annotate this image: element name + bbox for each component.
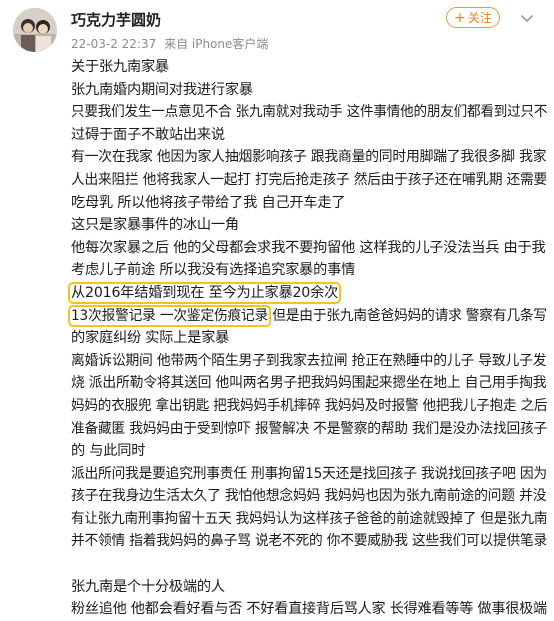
content-line: 的家庭纠纷 实际上是家暴	[71, 330, 230, 347]
content-line: 派出所问我是要追究刑事责任 刑事拘留15天还是找回孩子 我说找回孩子吧 因为	[71, 465, 547, 482]
post-header: 巧克力芋圆奶 22-03-2 22:37 来自 iPhone客户端 + 关注	[0, 0, 554, 60]
content-line: 妈妈的衣服兜 拿出钥匙 把我妈妈手机摔碎 我妈妈及时报警 他把我儿子抱走 之后	[71, 397, 548, 414]
content-line: 的 与此同时	[71, 443, 146, 460]
username[interactable]: 巧克力芋圆奶	[71, 9, 161, 30]
content-line: 离婚诉讼期间 他带两个陌生男子到我家去拉闸 抢正在熟睡中的儿子 导致儿子发	[71, 352, 547, 369]
highlight-box-1: 从2016年结婚到现在 至今为止家暴20余次	[67, 281, 342, 304]
content-line: 并不领情 指着我妈妈的鼻子骂 说老不死的 你不要威胁我 这些我们可以提供笔录	[71, 533, 548, 550]
content-line: 张九南婚内期间对我进行家暴	[71, 81, 253, 98]
content-line	[71, 553, 547, 576]
content-line: 准备藏匿 我妈妈由于受到惊吓 报警解决 不是警察的帮助 我们是没办法找回孩子	[71, 420, 548, 437]
content-line: 关于张九南家暴	[71, 59, 169, 75]
follow-button[interactable]: + 关注	[446, 7, 500, 28]
post-content: 关于张九南家暴 张九南婚内期间对我进行家暴 只要我们发生一点意见不合 张九南就对…	[67, 56, 548, 621]
highlighted-line: 13次报警记录 一次鉴定伤痕记录 但是由于张九南爸爸妈妈的请求 警察有几条写	[68, 304, 547, 328]
highlighted-line: 从2016年结婚到现在 至今为止家暴20余次	[67, 281, 547, 305]
content-line: 人出来阻拦 他将我家人一起打 打完后抢走孩子 然后由于孩子还在哺乳期 还需要	[71, 171, 548, 188]
content-line: 张九南是个十分极端的人	[71, 578, 225, 595]
post-meta: 22-03-2 22:37 来自 iPhone客户端	[71, 35, 268, 52]
content-line: 吃母乳 所以他将孩子带给了我 自己开车走了	[71, 194, 346, 211]
content-line: 有让张九南刑事拘留十五天 我妈妈认为这样孩子爸爸的前途就毁掉了 但是张九南	[71, 510, 548, 527]
chevron-down-icon[interactable]	[519, 10, 535, 26]
avatar-image	[13, 8, 57, 52]
content-line: 过碍于面子不敢站出来说	[71, 126, 225, 143]
content-line: 孩子在我身边生活太久了 我怕他想念妈妈 我妈妈也因为张九南前途的问题 并没	[71, 488, 547, 505]
follow-label: 关注	[467, 11, 492, 25]
content-line: 有一次在我家 他因为家人抽烟影响孩子 跟我商量的同时用脚踹了我很多脚 我家	[71, 149, 547, 166]
content-text: 但是由于张九南爸爸妈妈的请求 警察有几条写	[268, 307, 547, 324]
content-line: 他每次家暴之后 他的父母都会求我不要拘留他 这样我的儿子没法当兵 由于我	[71, 239, 546, 256]
content-line: 烧 派出所勒令将其送回 他叫两名男子把我妈妈围起来摁坐在地上 自己用手掏我	[71, 375, 547, 392]
highlight-box-2: 13次报警记录 一次鉴定伤痕记录	[68, 304, 271, 327]
content-line: 只要我们发生一点意见不合 张九南就对我动手 这件事情他的朋友们都看到过只不	[71, 104, 548, 121]
plus-icon: +	[454, 9, 466, 26]
content-line: 考虑儿子前途 所以我没有选择追究家暴的事情	[71, 262, 356, 279]
content-line: 这只是家暴事件的冰山一角	[71, 217, 239, 234]
post-date: 22-03-2 22:37	[71, 37, 157, 51]
content-line: 粉丝追他 他都会看好看与否 不好看直接背后骂人家 长得难看等等 做事很极端	[71, 601, 547, 618]
post-source: 来自 iPhone客户端	[164, 37, 269, 51]
avatar[interactable]	[13, 8, 57, 52]
